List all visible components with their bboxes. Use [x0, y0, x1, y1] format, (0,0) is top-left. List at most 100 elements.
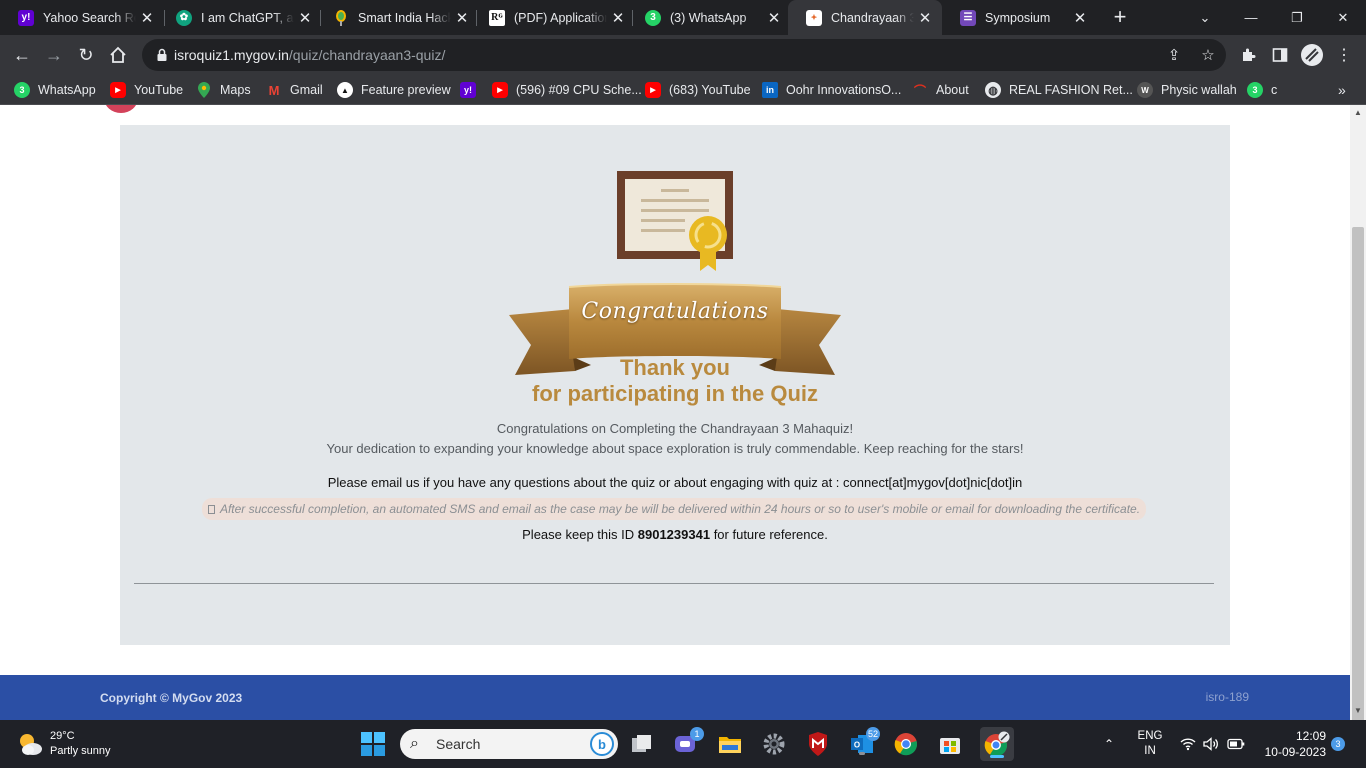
tab-title: (3) WhatsApp: [670, 10, 747, 25]
bookmark-whatsapp[interactable]: 3 WhatsApp: [14, 81, 96, 99]
wifi-icon[interactable]: [1180, 720, 1196, 768]
extensions-icon[interactable]: [1234, 41, 1262, 69]
tab-sih[interactable]: Smart India Hackathon ✕: [315, 0, 479, 35]
scroll-up-icon[interactable]: ▲: [1353, 108, 1363, 118]
yahoo-icon: y!: [18, 9, 34, 26]
chatgpt-icon: ✿: [176, 9, 192, 26]
thank-you-heading: Thank you: [619, 355, 730, 380]
dedication-message: Your dedication to expanding your knowle…: [326, 441, 1024, 456]
battery-icon[interactable]: [1227, 720, 1245, 768]
close-icon[interactable]: ✕: [136, 7, 158, 29]
address-bar[interactable]: isroquiz1.mygov.in/quiz/chandrayaan3-qui…: [142, 39, 1226, 71]
close-icon[interactable]: ✕: [914, 7, 936, 29]
bookmark-maps[interactable]: Maps: [196, 81, 251, 99]
bing-icon[interactable]: b: [590, 732, 614, 756]
bookmark-yahoo[interactable]: y!: [460, 81, 484, 99]
back-arrow-icon[interactable]: ←: [8, 41, 36, 69]
input-language[interactable]: ENG IN: [1134, 729, 1166, 759]
volume-icon[interactable]: [1203, 720, 1219, 768]
microsoft-store-icon[interactable]: [936, 730, 964, 758]
scroll-down-icon[interactable]: ▼: [1353, 706, 1363, 716]
tab-title: Smart India Hackathon: [358, 10, 451, 25]
tab-whatsapp[interactable]: 3 (3) WhatsApp ✕: [627, 0, 791, 35]
weather-temp: 29°C: [50, 730, 75, 742]
settings-gear-icon[interactable]: [760, 730, 788, 758]
tab-chatgpt[interactable]: ✿ I am ChatGPT, a large language model ✕: [158, 0, 322, 35]
notification-badge[interactable]: 3: [1331, 737, 1345, 751]
bookmarks-overflow-icon[interactable]: »: [1338, 81, 1346, 99]
close-icon[interactable]: ✕: [294, 7, 316, 29]
sih-icon: [333, 9, 349, 26]
close-icon[interactable]: ✕: [607, 7, 629, 29]
tab-yahoo[interactable]: y! Yahoo Search Results ✕: [0, 0, 164, 35]
bookmark-physics-wallah[interactable]: W Physic wallah: [1137, 81, 1237, 99]
server-code: isro-189: [1205, 690, 1249, 704]
tab-symposium[interactable]: ☰ Symposium ✕: [942, 0, 1097, 35]
windows-taskbar: 29°C Partly sunny ⌕ Search b 1 O 52 ⌃ EN…: [0, 720, 1366, 768]
weather-desc: Partly sunny: [50, 745, 111, 757]
researchgate-icon: Rᴳ: [489, 9, 505, 26]
svg-text:O: O: [854, 741, 860, 750]
feature-icon: ▲: [337, 82, 353, 98]
copyright-text: Copyright © MyGov 2023: [100, 691, 243, 705]
bookmark-real-fashion[interactable]: ◍ REAL FASHION Ret...: [985, 81, 1133, 99]
bookmark-cpu-scheduling[interactable]: ▶ (596) #09 CPU Sche...: [492, 81, 642, 99]
window-close-icon[interactable]: ✕: [1320, 0, 1366, 35]
side-panel-icon[interactable]: [1266, 41, 1294, 69]
task-view-icon[interactable]: [628, 730, 656, 758]
tray-overflow-chevron-icon[interactable]: ⌃: [1104, 720, 1120, 768]
close-icon[interactable]: ✕: [1069, 7, 1091, 29]
linkedin-icon: in: [762, 82, 778, 98]
page-content: Congratulations Thank you for participat…: [0, 105, 1350, 720]
about-icon: ⌒: [913, 83, 926, 98]
certificate-delivery-note: After successful completion, an automate…: [202, 498, 1146, 520]
bookmark-feature-preview[interactable]: ▲ Feature preview: [337, 81, 451, 99]
share-icon[interactable]: ⇪: [1164, 45, 1184, 65]
bookmark-youtube-683[interactable]: ▶ (683) YouTube: [645, 81, 751, 99]
close-icon[interactable]: ✕: [763, 7, 785, 29]
divider: [134, 583, 1214, 584]
bookmark-about[interactable]: ⌒ About: [912, 81, 969, 99]
tab-chandrayaan-quiz[interactable]: ✦ Chandrayaan 3 Mahaquiz ✕: [788, 0, 942, 35]
menu-dots-icon[interactable]: ⋮: [1330, 41, 1358, 69]
restore-icon[interactable]: ❐: [1274, 0, 1320, 35]
search-placeholder: Search: [436, 736, 481, 752]
file-explorer-icon[interactable]: [716, 730, 744, 758]
tab-title: I am ChatGPT, a large language model: [201, 10, 294, 25]
tab-title: Symposium: [985, 10, 1051, 25]
taskbar-search[interactable]: ⌕ Search b: [400, 729, 618, 759]
mcafee-icon[interactable]: [804, 730, 832, 758]
tab-title: Yahoo Search Results: [43, 10, 136, 25]
bookmark-gmail[interactable]: M Gmail: [266, 81, 323, 99]
home-icon[interactable]: [104, 41, 132, 69]
bookmark-oohr[interactable]: in Oohr InnovationsO...: [762, 81, 901, 99]
teams-chat-icon[interactable]: 1: [672, 727, 704, 758]
quiz-result-card: Congratulations Thank you for participat…: [120, 125, 1230, 645]
reference-id-message: Please keep this ID 8901239341 for futur…: [522, 527, 828, 542]
bookmark-whatsapp-c[interactable]: 3c: [1247, 81, 1277, 99]
windows-start-icon[interactable]: [361, 732, 385, 756]
site-footer: Copyright © MyGov 2023 isro-189: [0, 675, 1350, 720]
chrome-profile-active-icon[interactable]: [980, 727, 1014, 761]
tab-researchgate[interactable]: Rᴳ (PDF) Application ✕: [471, 0, 635, 35]
bookmark-youtube[interactable]: ▶ YouTube: [110, 81, 183, 99]
close-icon[interactable]: ✕: [451, 7, 473, 29]
completion-message: Congratulations on Completing the Chandr…: [496, 421, 854, 436]
reload-icon[interactable]: ↻: [72, 41, 100, 69]
page-scrollbar[interactable]: ▲ ▼: [1350, 105, 1366, 737]
youtube-icon: ▶: [492, 82, 508, 98]
outlook-icon[interactable]: O 52: [848, 727, 880, 758]
weather-widget[interactable]: 29°C Partly sunny: [16, 728, 111, 760]
forward-arrow-icon[interactable]: →: [40, 41, 68, 69]
scroll-thumb[interactable]: [1352, 227, 1364, 737]
tab-search-chevron-icon[interactable]: ⌄: [1182, 0, 1228, 35]
profile-avatar-icon[interactable]: [1298, 41, 1326, 69]
system-clock[interactable]: 12:09 10-09-2023: [1256, 728, 1326, 760]
bookmark-star-icon[interactable]: ☆: [1198, 45, 1218, 65]
yahoo-icon: y!: [460, 82, 476, 98]
whatsapp-icon: 3: [14, 82, 30, 98]
minimize-icon[interactable]: —: [1228, 0, 1274, 35]
new-tab-icon[interactable]: +: [1106, 3, 1134, 31]
chrome-icon[interactable]: [892, 730, 920, 758]
mygov-logo: [104, 105, 138, 113]
